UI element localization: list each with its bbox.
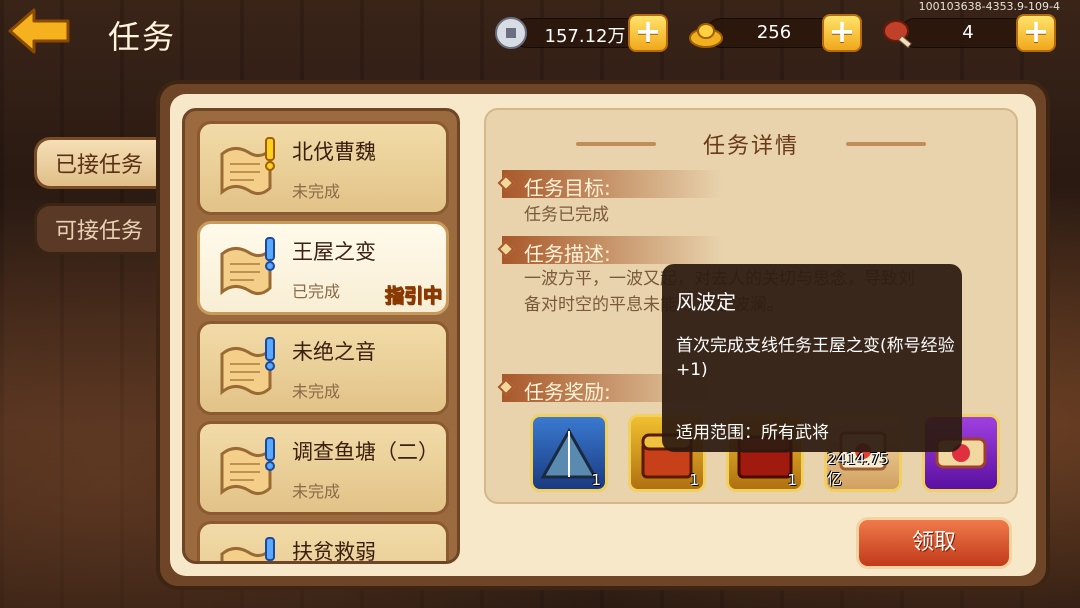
reward-tent[interactable]: 1 [530, 414, 608, 492]
add-silver-button[interactable]: + [628, 14, 668, 52]
page-title: 任务 [108, 18, 177, 56]
reward-tooltip: 风波定 首次完成支线任务王屋之变(称号经验+1) 适用范围：所有武将 [662, 264, 962, 452]
reward-label: 任务奖励: [524, 380, 611, 404]
task-name: 未绝之音 [292, 340, 376, 364]
task-item-diaocha[interactable]: 调查鱼塘（二） 未完成 [197, 421, 449, 515]
claim-button[interactable]: 领取 [856, 517, 1012, 569]
title-ornament-right [846, 142, 926, 146]
task-item-weijue[interactable]: 未绝之音 未完成 [197, 321, 449, 415]
reward-count: 1 [689, 471, 699, 489]
stamina-resource: 4 + [882, 14, 1058, 52]
gold-value: 256 [756, 22, 792, 43]
reward-count: 1 [591, 471, 601, 489]
task-status: 已完成 [292, 282, 341, 301]
stamina-value: 4 [962, 22, 974, 43]
tooltip-description: 首次完成支线任务王屋之变(称号经验+1) [676, 336, 955, 380]
task-list[interactable]: 北伐曹魏 未完成 王屋之变 已完成 指引中 未绝之音 未完成 调查鱼塘（二） 未… [182, 108, 460, 564]
goal-text: 任务已完成 [524, 205, 609, 225]
task-item-wangwu[interactable]: 王屋之变 已完成 指引中 [197, 221, 449, 315]
goal-label: 任务目标: [524, 176, 611, 200]
silver-value: 157.12万 [544, 26, 626, 47]
task-status: 未完成 [292, 382, 341, 401]
reward-count: 1 [787, 471, 797, 489]
silver-coin-icon [495, 17, 527, 49]
add-stamina-button[interactable]: + [1016, 14, 1056, 52]
back-arrow-icon[interactable] [6, 6, 72, 56]
scroll-quest-icon [220, 237, 275, 296]
meat-icon [883, 20, 912, 49]
scroll-quest-icon [220, 137, 275, 196]
task-name: 王屋之变 [292, 240, 376, 264]
desc-header: 任务描述: [497, 236, 722, 266]
task-item-beifa[interactable]: 北伐曹魏 未完成 [197, 121, 449, 215]
task-name: 扶贫救弱 [292, 540, 376, 564]
guide-badge: 指引中 [384, 285, 442, 308]
tooltip-title: 风波定 [676, 290, 736, 314]
task-name: 调查鱼塘（二） [292, 440, 439, 464]
task-item-fupin[interactable]: 扶贫救弱 [197, 521, 449, 564]
task-status: 未完成 [292, 182, 341, 201]
silver-resource: 157.12万 + [494, 14, 670, 52]
scroll-quest-icon [220, 437, 275, 496]
task-status: 未完成 [292, 482, 341, 501]
scroll-quest-icon [220, 337, 275, 396]
detail-title: 任务详情 [702, 134, 799, 159]
tab-available-tasks[interactable]: 可接任务 [34, 203, 156, 255]
task-name: 北伐曹魏 [292, 140, 376, 164]
gold-resource: 256 + [688, 14, 864, 52]
goal-header: 任务目标: [497, 170, 722, 200]
gold-ingot-icon [689, 23, 723, 48]
tab-accepted-tasks[interactable]: 已接任务 [34, 137, 156, 189]
desc-label: 任务描述: [524, 242, 611, 266]
reward-count: 2414.75亿 [827, 450, 890, 488]
add-gold-button[interactable]: + [822, 14, 862, 52]
scroll-quest-icon [220, 537, 275, 561]
tooltip-scope: 适用范围：所有武将 [676, 423, 829, 443]
